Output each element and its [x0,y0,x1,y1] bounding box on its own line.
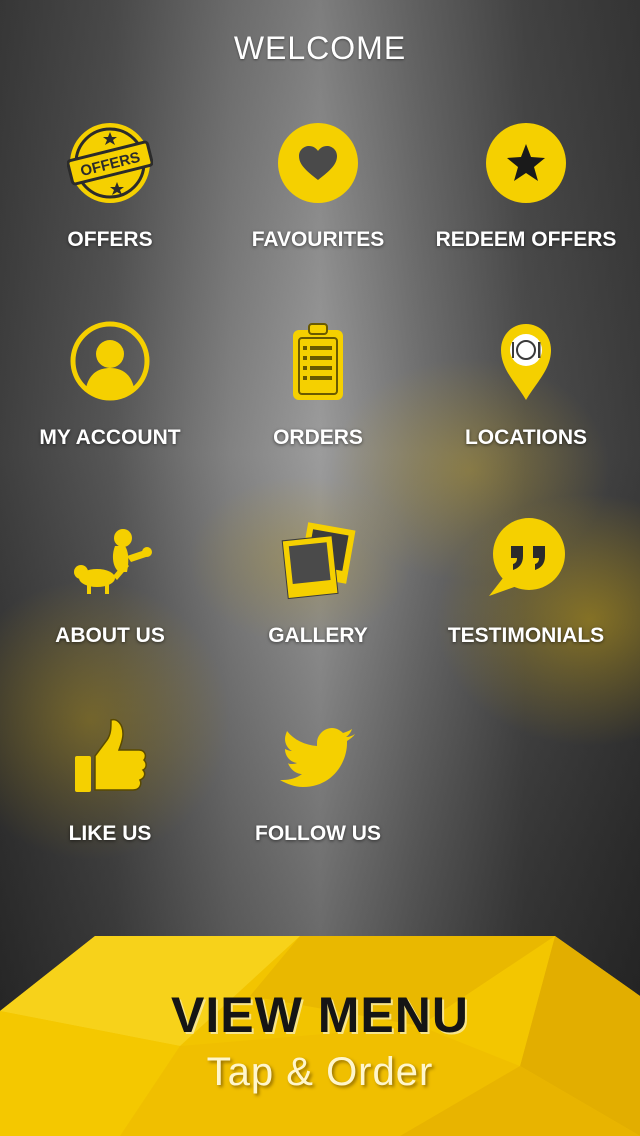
menu-grid: OFFERS OFFERS FAVOURITES REDEEM OFFERS M… [10,120,630,912]
menu-item-label: REDEEM OFFERS [435,228,617,251]
menu-item-offers[interactable]: OFFERS OFFERS [10,120,210,318]
menu-item-my-account[interactable]: MY ACCOUNT [10,318,210,516]
menu-item-testimonials[interactable]: TESTIMONIALS [426,516,626,714]
offers-badge-icon: OFFERS [67,120,153,206]
app-screen: WELCOME OFFERS OFFERS FAVOURITES REDEEM … [0,0,640,1136]
menu-item-follow-us[interactable]: FOLLOW US [218,714,418,912]
menu-item-label: MY ACCOUNT [39,426,181,449]
menu-item-redeem-offers[interactable]: REDEEM OFFERS [426,120,626,318]
page-title: WELCOME [233,30,407,66]
menu-item-about-us[interactable]: ABOUT US [10,516,210,714]
menu-item-label: ORDERS [273,426,363,449]
clipboard-icon [275,318,361,404]
menu-item-label: FAVOURITES [251,228,385,251]
cta-title: VIEW MENU [171,987,469,1043]
menu-item-label: GALLERY [268,624,368,647]
heart-icon [275,120,361,206]
menu-item-like-us[interactable]: LIKE US [10,714,210,912]
map-pin-icon [483,318,569,404]
menu-item-label: OFFERS [67,228,153,251]
cta-subtitle: Tap & Order [206,1050,434,1094]
photos-icon [275,516,361,602]
quote-bubble-icon [483,516,569,602]
menu-item-orders[interactable]: ORDERS [218,318,418,516]
thumbs-up-icon [67,714,153,800]
menu-item-label: LIKE US [68,822,152,845]
menu-item-label: LOCATIONS [464,426,588,449]
user-icon [67,318,153,404]
twitter-bird-icon [275,714,361,800]
menu-item-label: ABOUT US [55,624,165,647]
view-menu-button[interactable]: VIEW MENU Tap & Order [0,936,640,1136]
star-icon [483,120,569,206]
menu-item-label: TESTIMONIALS [447,624,605,647]
menu-item-gallery[interactable]: GALLERY [218,516,418,714]
menu-item-locations[interactable]: LOCATIONS [426,318,626,516]
dog-icon [67,516,153,602]
menu-item-favourites[interactable]: FAVOURITES [218,120,418,318]
menu-item-label: FOLLOW US [255,822,381,845]
